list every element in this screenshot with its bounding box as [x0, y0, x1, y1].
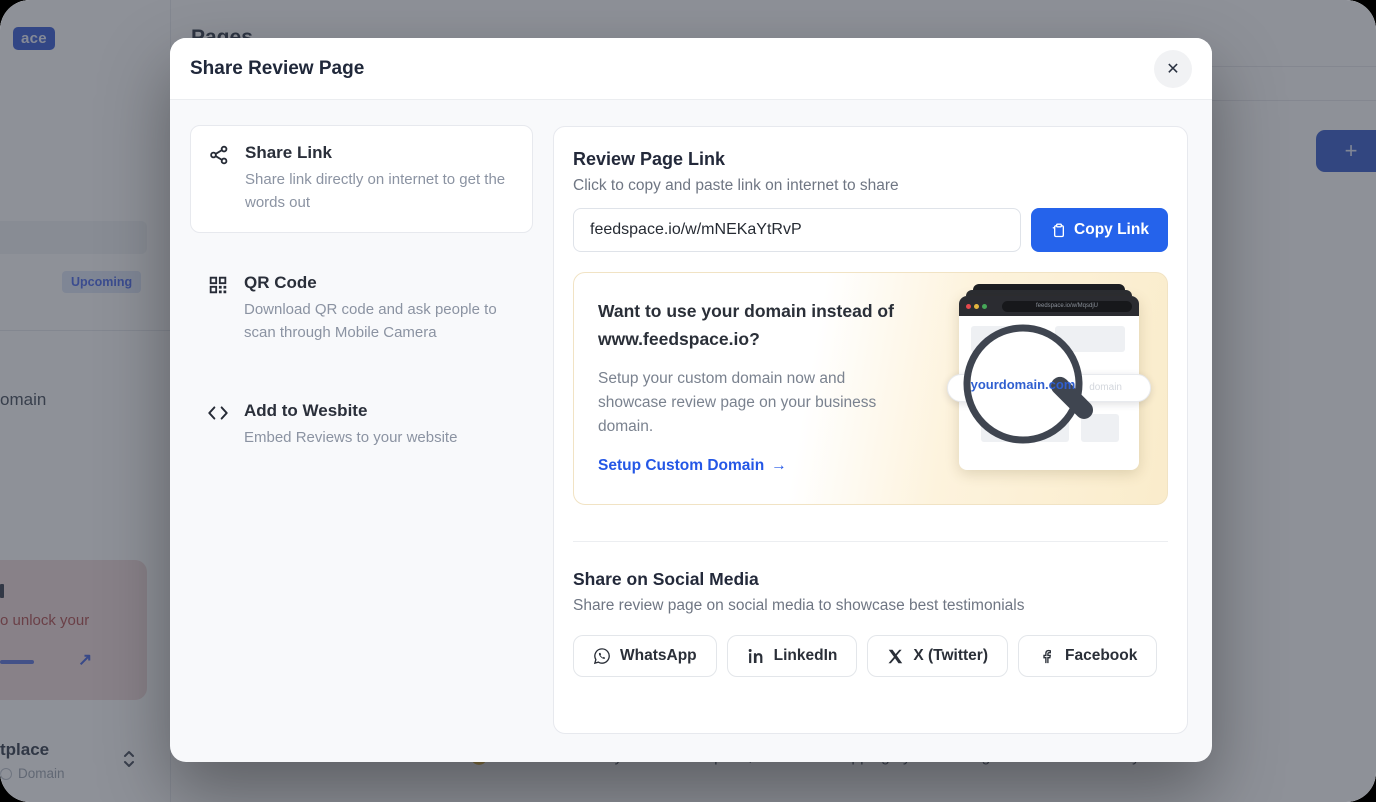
linkedin-button[interactable]: LinkedIn [727, 635, 858, 677]
custom-domain-body: Setup your custom domain now and showcas… [598, 367, 910, 439]
x-twitter-label: X (Twitter) [913, 647, 988, 665]
copy-link-button[interactable]: Copy Link [1031, 208, 1168, 252]
linkedin-label: LinkedIn [774, 647, 838, 665]
facebook-label: Facebook [1065, 647, 1137, 665]
whatsapp-icon [593, 647, 611, 665]
social-buttons-row: WhatsApp LinkedIn X [573, 635, 1168, 677]
share-nodes-icon [208, 143, 230, 215]
domain-illustration: feedspace.io/w/MqsdjU domain [959, 284, 1139, 470]
facebook-icon [1038, 647, 1056, 665]
custom-domain-card: Want to use your domain instead of www.f… [573, 272, 1168, 505]
nav-add-to-website-label: Add to Wesbite [244, 401, 457, 421]
modal-header: Share Review Page ✕ [170, 38, 1212, 100]
share-review-modal: Share Review Page ✕ Share Link Share lin… [170, 38, 1212, 762]
screen: ace Upcoming omain o unlock your ↗ tplac… [0, 0, 1376, 802]
qr-code-icon [207, 273, 229, 345]
nav-qr-code[interactable]: QR Code Download QR code and ask people … [190, 268, 533, 350]
nav-share-link-desc: Share link directly on internet to get t… [245, 168, 515, 215]
clipboard-icon [1050, 222, 1066, 239]
magnifier-icon: yourdomain.com [945, 292, 1125, 482]
whatsapp-button[interactable]: WhatsApp [573, 635, 717, 677]
x-twitter-button[interactable]: X (Twitter) [867, 635, 1008, 677]
section-divider [573, 541, 1168, 542]
close-icon: ✕ [1166, 59, 1179, 79]
nav-qr-code-desc: Download QR code and ask people to scan … [244, 298, 516, 345]
share-link-panel: Review Page Link Click to copy and paste… [553, 126, 1188, 734]
social-heading: Share on Social Media [573, 569, 1168, 590]
magnified-domain-text: yourdomain.com [971, 377, 1076, 392]
custom-domain-heading: Want to use your domain instead of www.f… [598, 297, 943, 353]
nav-qr-code-label: QR Code [244, 273, 516, 293]
app-window: ace Upcoming omain o unlock your ↗ tplac… [0, 0, 1376, 802]
code-icon [207, 401, 229, 449]
nav-share-link-label: Share Link [245, 143, 515, 163]
setup-custom-domain-label: Setup Custom Domain [598, 457, 764, 475]
whatsapp-label: WhatsApp [620, 647, 697, 665]
close-button[interactable]: ✕ [1154, 50, 1192, 88]
link-row: Copy Link [573, 208, 1168, 252]
review-page-link-heading: Review Page Link [573, 149, 1168, 170]
nav-add-to-website[interactable]: Add to Wesbite Embed Reviews to your web… [190, 396, 533, 454]
nav-share-link[interactable]: Share Link Share link directly on intern… [190, 125, 533, 233]
review-page-link-sub: Click to copy and paste link on internet… [573, 177, 1168, 195]
x-twitter-icon [887, 648, 904, 665]
review-link-input[interactable] [573, 208, 1021, 252]
arrow-right-icon: → [771, 457, 787, 475]
linkedin-icon [747, 647, 765, 665]
nav-add-to-website-desc: Embed Reviews to your website [244, 426, 457, 449]
copy-link-label: Copy Link [1074, 221, 1149, 239]
facebook-button[interactable]: Facebook [1018, 635, 1157, 677]
social-sub: Share review page on social media to sho… [573, 597, 1168, 615]
modal-title: Share Review Page [190, 58, 364, 80]
